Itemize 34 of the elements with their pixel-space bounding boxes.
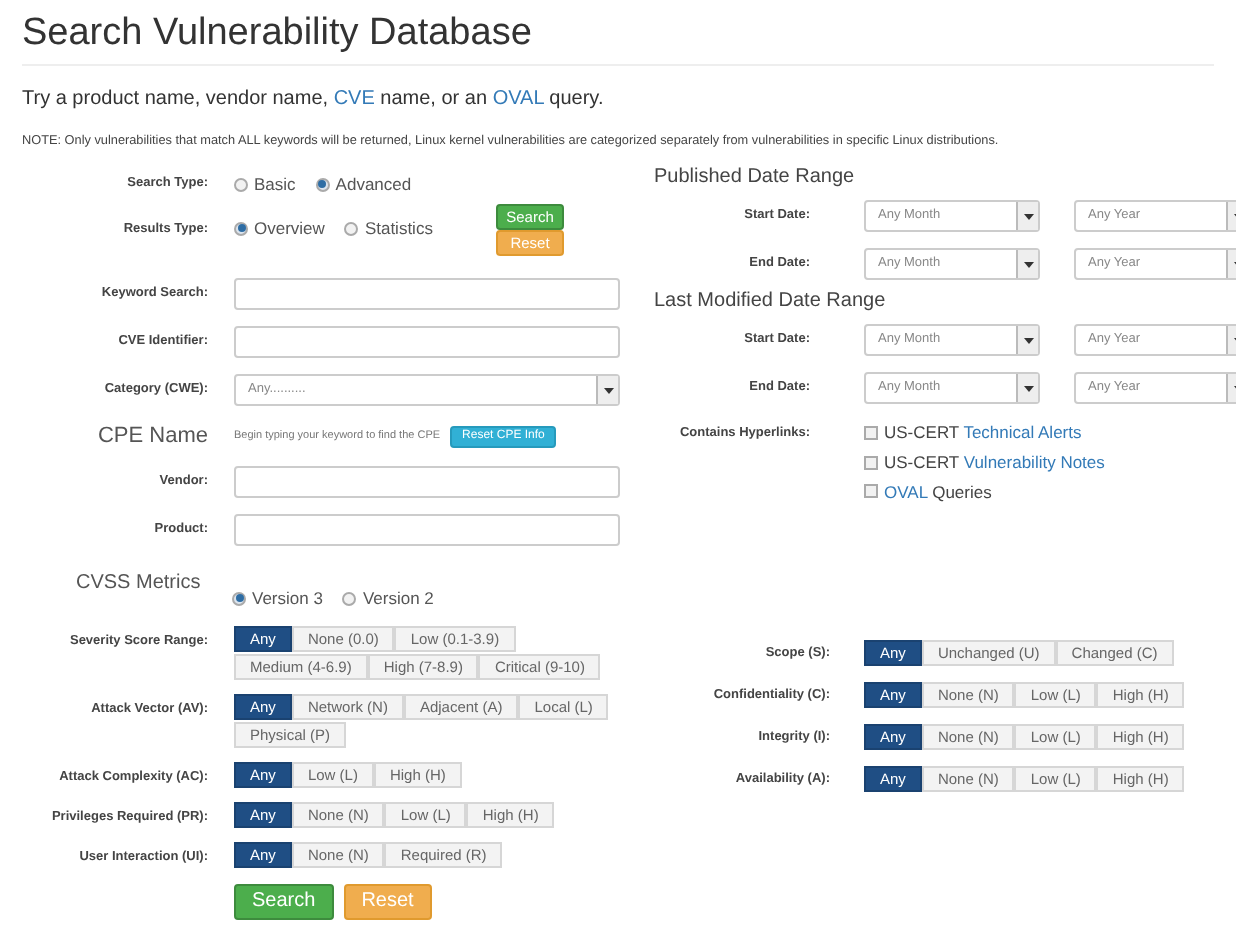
checkbox-label: OVAL Queries	[884, 479, 992, 505]
link[interactable]: OVAL	[492, 88, 544, 110]
radio-label: Version 3	[252, 586, 323, 612]
link[interactable]: CVE	[333, 88, 375, 110]
radio-button[interactable]	[234, 221, 248, 236]
radio-button[interactable]	[342, 591, 357, 606]
text-input[interactable]	[234, 278, 620, 310]
text-input[interactable]	[234, 514, 620, 546]
checkbox[interactable]	[864, 455, 878, 470]
section-heading: Published Date Range	[654, 164, 857, 192]
section-heading: Last Modified Date Range	[654, 288, 888, 316]
text-input[interactable]	[234, 466, 620, 498]
radio-label: Statistics	[364, 216, 433, 242]
checkbox[interactable]	[864, 425, 878, 440]
radio-button[interactable]	[315, 177, 330, 191]
link[interactable]: OVAL	[884, 481, 928, 501]
radio-label: Basic	[254, 171, 296, 197]
text-input[interactable]	[234, 326, 620, 358]
checkbox-label: US-CERT Technical Alerts	[884, 420, 1082, 446]
page-title: Search Vulnerability Database	[22, 10, 534, 58]
radio-label: Advanced	[335, 171, 412, 197]
search-button[interactable]: Search	[234, 884, 334, 920]
link[interactable]: Vulnerability Notes	[963, 451, 1105, 472]
intro-text: Try a product name, vendor name, CVE name, or an OVAL query.	[22, 88, 604, 110]
radio-button[interactable]	[232, 591, 246, 606]
link[interactable]: Technical Alerts	[963, 422, 1082, 442]
section-heading: CVSS Metrics	[76, 570, 203, 598]
radio-button[interactable]	[344, 221, 359, 236]
checkbox[interactable]	[864, 484, 878, 499]
radio-label: Overview	[254, 216, 325, 242]
radio-button[interactable]	[234, 177, 248, 191]
radio-label: Version 2	[362, 586, 434, 612]
checkbox-label: US-CERT Vulnerability Notes	[884, 449, 1105, 475]
section-heading: CPE Name	[95, 421, 208, 452]
